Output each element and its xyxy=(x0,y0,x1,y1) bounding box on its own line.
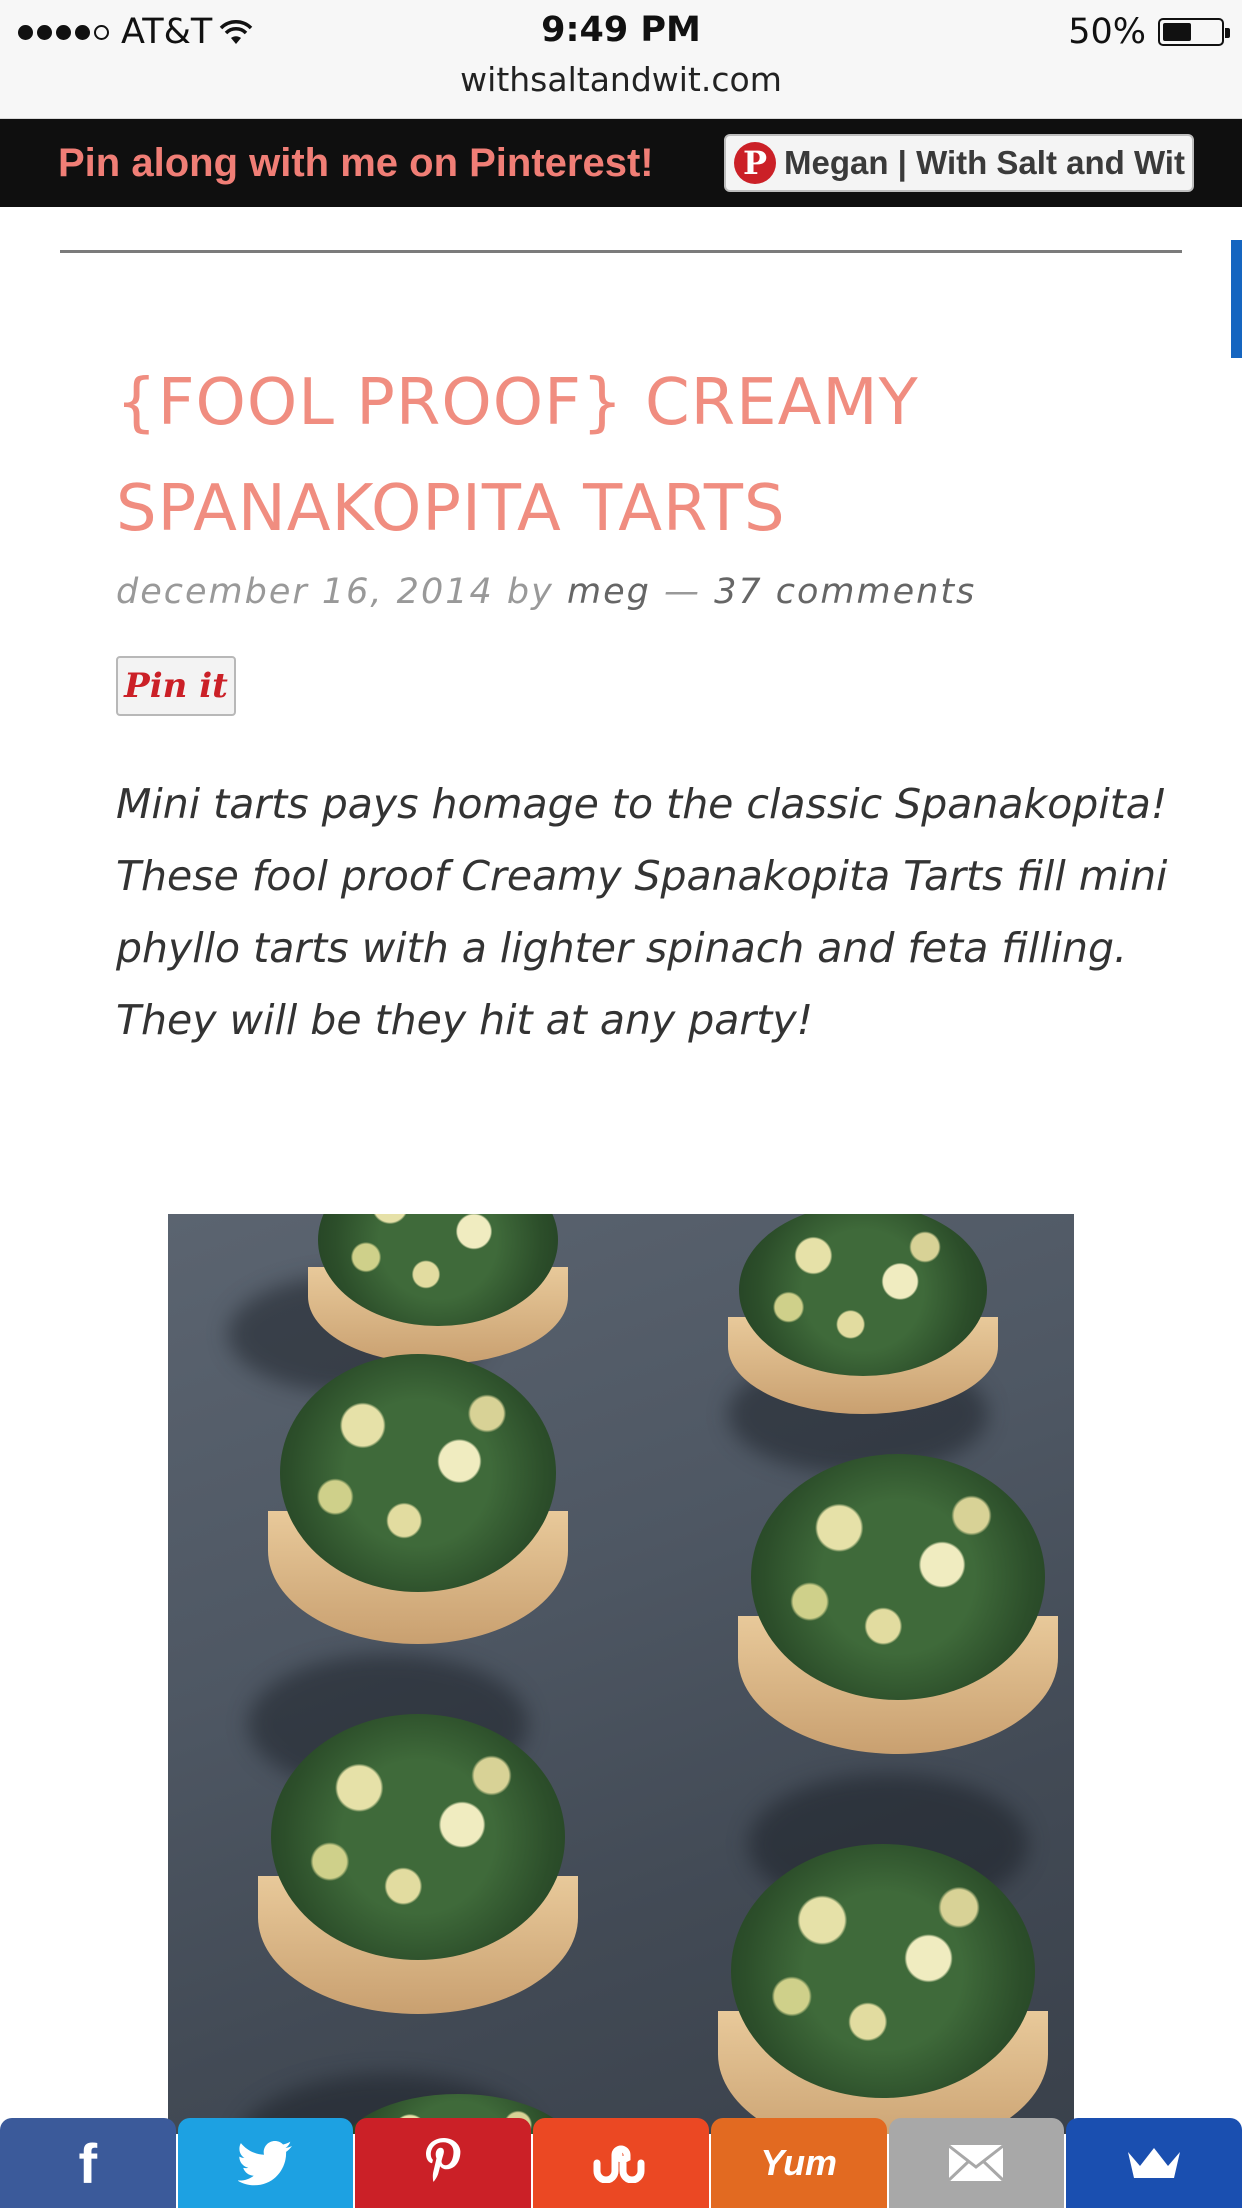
battery-level-fill xyxy=(1163,23,1191,41)
status-bar: AT&T 9:49 PM 50% withsaltandwit.com xyxy=(0,0,1242,119)
post-intro: Mini tarts pays homage to the classic Sp… xyxy=(116,780,1168,1044)
pinterest-follow-label: Megan | With Salt and Wit xyxy=(784,144,1185,181)
pinterest-logo-icon: P xyxy=(734,142,776,184)
post-author-link[interactable]: meg xyxy=(567,572,651,612)
pin-it-button[interactable]: Pin it xyxy=(116,656,236,716)
twitter-bird-icon xyxy=(237,2141,292,2186)
pinterest-promo-text: Pin along with me on Pinterest! xyxy=(58,141,654,185)
post-by-label: by xyxy=(506,572,554,612)
facebook-icon: f xyxy=(78,2131,98,2195)
yummly-share-button[interactable]: Yum xyxy=(710,2118,887,2208)
stumbleupon-share-button[interactable] xyxy=(533,2118,709,2208)
clock: 9:49 PM xyxy=(541,10,701,50)
pinterest-follow-button[interactable]: P Megan | With Salt and Wit xyxy=(724,134,1194,192)
envelope-icon xyxy=(948,2144,1005,2182)
facebook-share-button[interactable]: f xyxy=(0,2118,176,2208)
pinterest-share-button[interactable] xyxy=(355,2118,532,2208)
address-bar-url[interactable]: withsaltandwit.com xyxy=(0,60,1242,99)
post-date: december 16, 2014 xyxy=(116,572,494,612)
yummly-icon: Yum xyxy=(760,2142,838,2183)
scrollbar[interactable] xyxy=(1231,240,1242,358)
battery-area: 50% xyxy=(1068,10,1230,54)
social-share-bar: f Yum xyxy=(0,2118,1242,2208)
email-share-button[interactable] xyxy=(888,2118,1065,2208)
stumbleupon-icon xyxy=(593,2145,645,2183)
meta-separator: — xyxy=(663,572,701,612)
post-comments-link[interactable]: 37 comments xyxy=(714,572,976,612)
pinterest-promo-bar: Pin along with me on Pinterest! P Megan … xyxy=(0,119,1242,207)
header-divider xyxy=(60,250,1182,253)
post-title: {FOOL PROOF} CREAMY SPANAKOPITA TARTS xyxy=(116,366,919,546)
battery-icon xyxy=(1158,18,1230,46)
twitter-share-button[interactable] xyxy=(177,2118,354,2208)
battery-percent: 50% xyxy=(1068,12,1146,52)
pinterest-icon xyxy=(426,2138,461,2182)
more-share-button[interactable] xyxy=(1066,2118,1242,2208)
crown-icon xyxy=(1128,2148,1181,2178)
spanakopita-tarts-photo xyxy=(168,1214,1074,2134)
post-meta: december 16, 2014 by meg — 37 comments xyxy=(116,572,976,612)
